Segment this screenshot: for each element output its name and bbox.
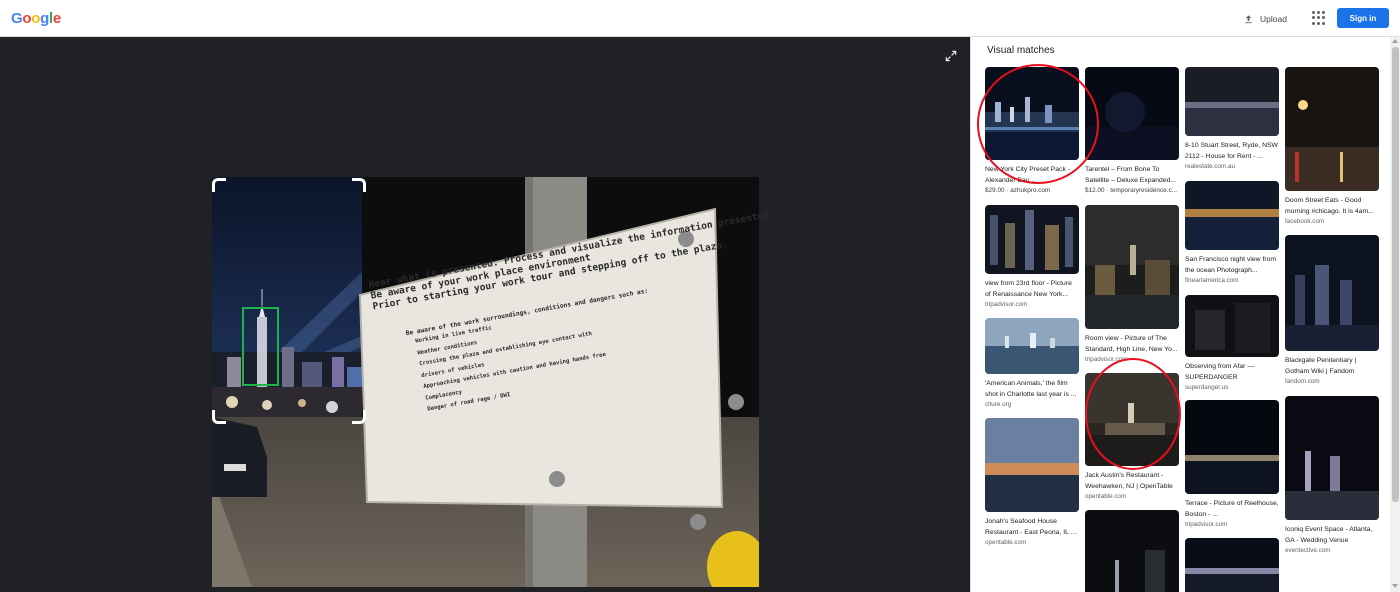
results-scrollbar[interactable]: [1390, 37, 1400, 592]
result-card[interactable]: Doom Street Eats - Good morning #chicago…: [1285, 67, 1379, 225]
result-caption[interactable]: San Francisco night view from the ocean …: [1185, 254, 1279, 276]
logo-letter: o: [31, 10, 41, 27]
result-caption[interactable]: Tarentel – From Bone To Satellite – Delu…: [1085, 164, 1179, 186]
logo-letter: G: [11, 10, 23, 27]
apps-grid-icon[interactable]: [1312, 11, 1326, 25]
result-thumbnail[interactable]: [1285, 396, 1379, 520]
scroll-up-arrow-icon[interactable]: [1392, 39, 1398, 43]
crop-handle-top-right[interactable]: [352, 178, 366, 192]
result-caption[interactable]: Room view - Picture of The Standard, Hig…: [1085, 333, 1179, 355]
result-source: tripadvisor.com: [1085, 356, 1128, 363]
result-source: opentable.com: [1085, 493, 1127, 500]
scroll-thumb[interactable]: [1392, 47, 1399, 502]
result-card[interactable]: Jack Austin's Restaurant - Weehawken, NJ…: [1085, 373, 1179, 500]
upload-button[interactable]: Upload: [1243, 9, 1287, 29]
result-price: $29.00 · azhukpro.com: [985, 187, 1051, 194]
result-card[interactable]: Observing from Afar — SUPERDANGER superd…: [1185, 295, 1279, 391]
result-source: tripadvisor.com: [1185, 521, 1228, 528]
result-caption[interactable]: Jonah's Seafood House Restaurant - East …: [985, 516, 1079, 538]
result-thumbnail[interactable]: [1185, 67, 1279, 136]
result-caption[interactable]: Terrace - Picture of Reelhouse, Boston -…: [1185, 498, 1279, 520]
logo-letter: e: [52, 10, 61, 27]
result-card[interactable]: Terrace - Picture of Reelhouse, Boston -…: [1185, 400, 1279, 528]
result-thumbnail[interactable]: [985, 67, 1079, 160]
visual-matches-title: Visual matches: [987, 45, 1055, 56]
result-thumbnail[interactable]: [1085, 67, 1179, 160]
result-thumbnail[interactable]: [1185, 400, 1279, 494]
google-logo[interactable]: Google: [11, 10, 61, 27]
result-card[interactable]: Room view - Picture of The Standard, Hig…: [1085, 205, 1179, 363]
scroll-down-arrow-icon[interactable]: [1392, 584, 1398, 588]
result-thumbnail[interactable]: [1285, 235, 1379, 351]
result-caption[interactable]: Observing from Afar — SUPERDANGER: [1185, 361, 1279, 383]
result-thumbnail[interactable]: [1185, 181, 1279, 250]
upload-label: Upload: [1260, 14, 1287, 24]
result-thumbnail[interactable]: [1085, 205, 1179, 329]
result-card[interactable]: Iconiq Event Space - Atlanta, GA - Weddi…: [1285, 396, 1379, 554]
result-source: facebook.com: [1285, 218, 1325, 225]
result-card[interactable]: San Francisco night view from the ocean …: [1185, 181, 1279, 284]
result-source: opentable.com: [985, 539, 1027, 546]
results-panel: Visual matches New York City Preset Pack…: [970, 37, 1400, 592]
result-card[interactable]: 8-10 Stuart Street, Ryde, NSW 2112 - Hou…: [1185, 67, 1279, 170]
result-thumbnail[interactable]: [985, 205, 1079, 274]
upload-icon: [1245, 14, 1252, 23]
highlight-box: [242, 307, 279, 386]
result-caption[interactable]: 8-10 Stuart Street, Ryde, NSW 2112 - Hou…: [1185, 140, 1279, 162]
result-source: realestate.com.au: [1185, 163, 1236, 170]
result-card[interactable]: [1085, 510, 1179, 592]
result-thumbnail[interactable]: [1185, 538, 1279, 592]
logo-letter: o: [22, 10, 32, 27]
result-card[interactable]: 'American Animals,' the film shot in Cha…: [985, 318, 1079, 408]
logo-letter: g: [40, 10, 49, 27]
result-card[interactable]: view from 23rd floor - Picture of Renais…: [985, 205, 1079, 308]
crop-handle-top-left[interactable]: [212, 178, 226, 192]
result-thumbnail[interactable]: [985, 418, 1079, 512]
result-caption[interactable]: Blackgate Penitentiary | Gotham Wiki | F…: [1285, 355, 1379, 377]
result-source: tripadvisor.com: [985, 301, 1028, 308]
crop-handle-bottom-left[interactable]: [212, 410, 226, 424]
result-source: eventective.com: [1285, 547, 1331, 554]
result-card[interactable]: Blackgate Penitentiary | Gotham Wiki | F…: [1285, 235, 1379, 385]
result-caption[interactable]: view from 23rd floor - Picture of Renais…: [985, 278, 1079, 300]
expand-icon[interactable]: [944, 49, 958, 63]
result-caption[interactable]: Doom Street Eats - Good morning #chicago…: [1285, 195, 1379, 217]
crop-handle-bottom-right[interactable]: [352, 410, 366, 424]
result-caption[interactable]: Iconiq Event Space - Atlanta, GA - Weddi…: [1285, 524, 1379, 546]
result-thumbnail[interactable]: [985, 318, 1079, 374]
result-card[interactable]: Jonah's Seafood House Restaurant - East …: [985, 418, 1079, 546]
result-caption[interactable]: 'American Animals,' the film shot in Cha…: [985, 378, 1079, 400]
result-source: fineartamerica.com: [1185, 277, 1239, 284]
result-card[interactable]: New York City Preset Pack - Alexander Ba…: [985, 67, 1079, 195]
result-caption[interactable]: New York City Preset Pack - Alexander Ba…: [985, 164, 1079, 186]
top-bar: Google Upload Sign in: [0, 0, 1400, 37]
result-card[interactable]: [1185, 538, 1279, 592]
result-thumbnail[interactable]: [1085, 510, 1179, 592]
result-thumbnail[interactable]: [1185, 295, 1279, 357]
sign-in-button[interactable]: Sign in: [1337, 8, 1389, 28]
result-source: superdanger.us: [1185, 384, 1229, 391]
result-source: clture.org: [985, 401, 1012, 408]
result-source: fandom.com: [1285, 378, 1320, 385]
result-card[interactable]: Tarentel – From Bone To Satellite – Delu…: [1085, 67, 1179, 195]
result-thumbnail[interactable]: [1285, 67, 1379, 191]
result-caption[interactable]: Jack Austin's Restaurant - Weehawken, NJ…: [1085, 470, 1179, 492]
result-price: $12.00 · temporaryresidence.c...: [1085, 187, 1177, 194]
result-thumbnail[interactable]: [1085, 373, 1179, 466]
